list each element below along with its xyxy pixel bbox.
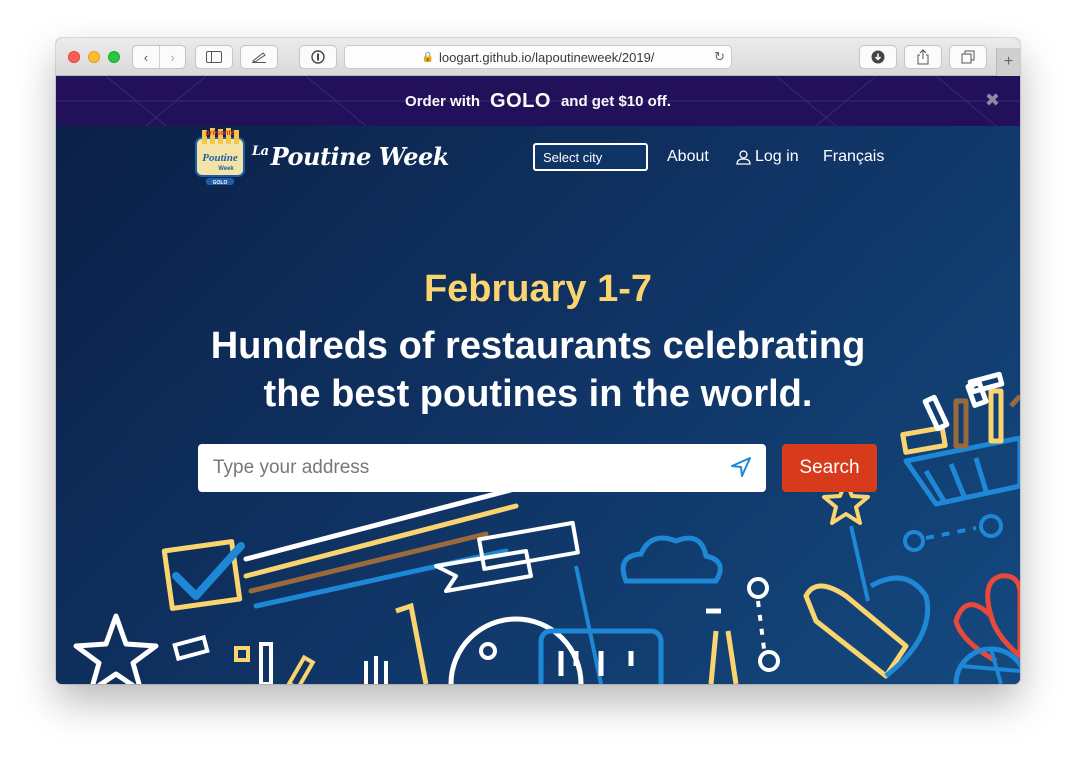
nav-about[interactable]: About [667, 148, 709, 166]
logo-name: Poutine Week [270, 142, 450, 171]
hero-headline: Hundreds of restaurants celebrating the … [56, 322, 1020, 418]
headline-line-1: Hundreds of restaurants celebrating [210, 325, 866, 367]
badge-week: Week [218, 166, 234, 172]
sign-doodle [434, 520, 580, 593]
fries-doodle [172, 634, 388, 684]
share-icon [917, 49, 929, 65]
sidebar-toggle-button[interactable] [195, 45, 233, 69]
url-text: loogart.github.io/lapoutineweek/2019/ [439, 49, 655, 65]
box-doodle [538, 628, 664, 684]
checkbox-doodle [161, 539, 245, 611]
address-bar[interactable]: 🔒 loogart.github.io/lapoutineweek/2019/ … [344, 45, 732, 69]
badge-poutine: Poutine [202, 152, 238, 164]
chevron-right-icon: › [170, 49, 175, 65]
search-button[interactable]: Search [782, 444, 877, 492]
nav-language[interactable]: Français [823, 148, 884, 166]
nav-login-label: Log in [755, 148, 799, 165]
star-doodle [73, 613, 159, 684]
new-tab-button[interactable]: + [996, 48, 1020, 76]
markup-button[interactable] [240, 45, 278, 69]
badge-golo: GOLO [213, 180, 228, 186]
plus-icon: + [1003, 53, 1014, 70]
browser-titlebar: ‹ › 🔒 loogart.github.io/lapoutineweek/20… [56, 38, 1020, 76]
tab-overview-button[interactable] [949, 45, 987, 69]
poutine-week-badge: présenté Poutine Week GOLO [195, 128, 245, 186]
chevron-left-icon: ‹ [143, 49, 149, 65]
plate-doodle [448, 616, 584, 684]
user-icon [736, 149, 751, 165]
tabs-icon [961, 50, 975, 64]
password-button[interactable] [299, 45, 337, 69]
headline-line-2: the best poutines in the world. [263, 373, 813, 415]
shield-doodle [803, 575, 931, 679]
bottle-doodle [706, 608, 739, 684]
download-icon [871, 50, 885, 64]
promo-banner: Order with GOLO and get $10 off. ✖ [56, 76, 1020, 126]
zoom-window-button[interactable] [108, 51, 120, 63]
dots-doodle [903, 514, 1003, 552]
downloads-button[interactable] [859, 45, 897, 69]
address-placeholder: Type your address [213, 457, 370, 478]
cloud-doodle [620, 535, 723, 584]
password-manager-icon [311, 50, 325, 64]
site-logo[interactable]: LaPoutine Week [252, 142, 449, 171]
heart-doodle [953, 573, 1020, 664]
back-button[interactable]: ‹ [133, 46, 159, 68]
address-search-input[interactable]: Type your address [198, 444, 766, 492]
reload-icon[interactable]: ↻ [714, 49, 725, 65]
webpage: Order with GOLO and get $10 off. ✖ prése… [56, 76, 1020, 684]
select-city-dropdown[interactable]: Select city [533, 143, 648, 171]
lines-doodle [243, 483, 529, 609]
location-arrow-icon[interactable] [730, 456, 752, 478]
nav-login[interactable]: Log in [736, 148, 799, 166]
minimize-window-button[interactable] [88, 51, 100, 63]
close-icon[interactable]: ✖ [985, 90, 1000, 111]
close-window-button[interactable] [68, 51, 80, 63]
badge-presents: présenté [205, 130, 234, 137]
banner-pattern [56, 76, 1020, 126]
share-button[interactable] [904, 45, 942, 69]
browser-window: ‹ › 🔒 loogart.github.io/lapoutineweek/20… [56, 38, 1020, 684]
pencil-icon [252, 52, 266, 63]
logo-la: La [252, 144, 269, 159]
sidebar-icon [206, 51, 222, 63]
history-nav: ‹ › [132, 45, 186, 69]
lock-icon: 🔒 [421, 51, 435, 63]
event-dates: February 1-7 [423, 268, 653, 310]
forward-button[interactable]: › [158, 46, 185, 68]
